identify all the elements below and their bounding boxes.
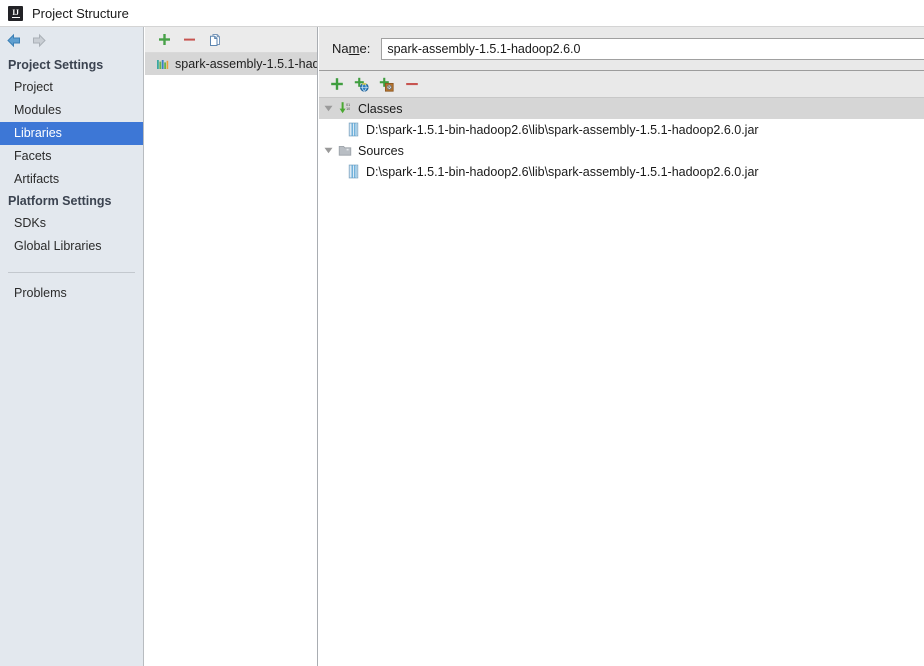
sidebar-items: Project Settings Project Modules Librari… (0, 53, 143, 303)
library-name-row: Name: (319, 27, 924, 71)
sidebar-item-sdks[interactable]: SDKs (0, 212, 143, 235)
remove-library-button[interactable] (177, 29, 202, 51)
sidebar-item-problems[interactable]: Problems (0, 283, 143, 303)
library-roots-toolbar (319, 71, 924, 98)
name-label: Name: (332, 41, 370, 56)
jar-file-icon (348, 164, 359, 179)
library-detail-panel: Name: spark-assembly-1.5.1-hadoop2.6.0 0… (319, 27, 924, 666)
libraries-toolbar (145, 27, 317, 53)
sidebar-item-project[interactable]: Project (0, 76, 143, 99)
sidebar-item-facets[interactable]: Facets (0, 145, 143, 168)
chevron-down-icon[interactable] (319, 98, 338, 119)
window-titlebar: IJ Project Structure (0, 0, 924, 27)
jar-file-icon (348, 122, 359, 137)
sidebar-item-libraries[interactable]: Libraries (0, 122, 143, 145)
tree-row[interactable]: Sources (319, 140, 924, 161)
settings-sidebar: Project Settings Project Modules Librari… (0, 27, 144, 666)
tree-row[interactable]: 01 10 Classes (319, 98, 924, 119)
sidebar-item-modules[interactable]: Modules (0, 99, 143, 122)
chevron-down-icon[interactable] (319, 140, 338, 161)
name-label-pre: Na (332, 41, 349, 56)
attach-files-button[interactable] (324, 73, 349, 95)
list-item-label: spark-assembly-1.5.1-hadoop2.6.0 (175, 57, 317, 71)
library-roots-tree: 01 10 Classes D:\spark-1.5.1-bin-hadoop2… (319, 98, 924, 182)
ij-logo-icon: IJ (8, 5, 23, 21)
svg-text:10: 10 (346, 107, 350, 111)
sidebar-divider (8, 272, 135, 273)
sidebar-item-global-libraries[interactable]: Global Libraries (0, 235, 143, 258)
plus-globe-icon[interactable] (349, 73, 374, 95)
sidebar-nav-toolbar (0, 27, 143, 53)
sources-folder-icon (338, 146, 352, 156)
add-library-button[interactable] (152, 29, 177, 51)
tree-row[interactable]: D:\spark-1.5.1-bin-hadoop2.6\lib\spark-a… (319, 119, 924, 140)
ij-logo-underline (11, 17, 20, 18)
window-title: Project Structure (32, 5, 129, 21)
tree-row[interactable]: D:\spark-1.5.1-bin-hadoop2.6\lib\spark-a… (319, 161, 924, 182)
ij-logo-text: IJ (12, 8, 19, 17)
arrow-left-icon[interactable] (2, 28, 26, 52)
name-label-mnemonic: m (348, 41, 360, 56)
libraries-list: spark-assembly-1.5.1-hadoop2.6.0 (145, 53, 317, 75)
sidebar-group-project-settings: Project Settings (8, 58, 104, 72)
plus-jar-icon[interactable] (374, 73, 399, 95)
arrow-right-icon (26, 28, 50, 52)
copy-icon[interactable] (202, 29, 227, 51)
libraries-list-panel: spark-assembly-1.5.1-hadoop2.6.0 (145, 27, 318, 666)
classes-root-icon: 01 10 (339, 102, 350, 114)
tree-row-label: D:\spark-1.5.1-bin-hadoop2.6\lib\spark-a… (366, 122, 759, 137)
sidebar-item-artifacts[interactable]: Artifacts (0, 168, 143, 191)
name-input[interactable] (381, 37, 924, 60)
tree-row-label: Sources (358, 143, 404, 158)
name-label-post: e: (359, 41, 371, 56)
sidebar-group-platform-settings: Platform Settings (8, 194, 112, 208)
tree-row-label: D:\spark-1.5.1-bin-hadoop2.6\lib\spark-a… (366, 164, 759, 179)
detach-button[interactable] (399, 73, 424, 95)
list-item[interactable]: spark-assembly-1.5.1-hadoop2.6.0 (145, 53, 317, 75)
tree-row-label: Classes (358, 101, 403, 116)
library-bars-icon (157, 59, 169, 69)
